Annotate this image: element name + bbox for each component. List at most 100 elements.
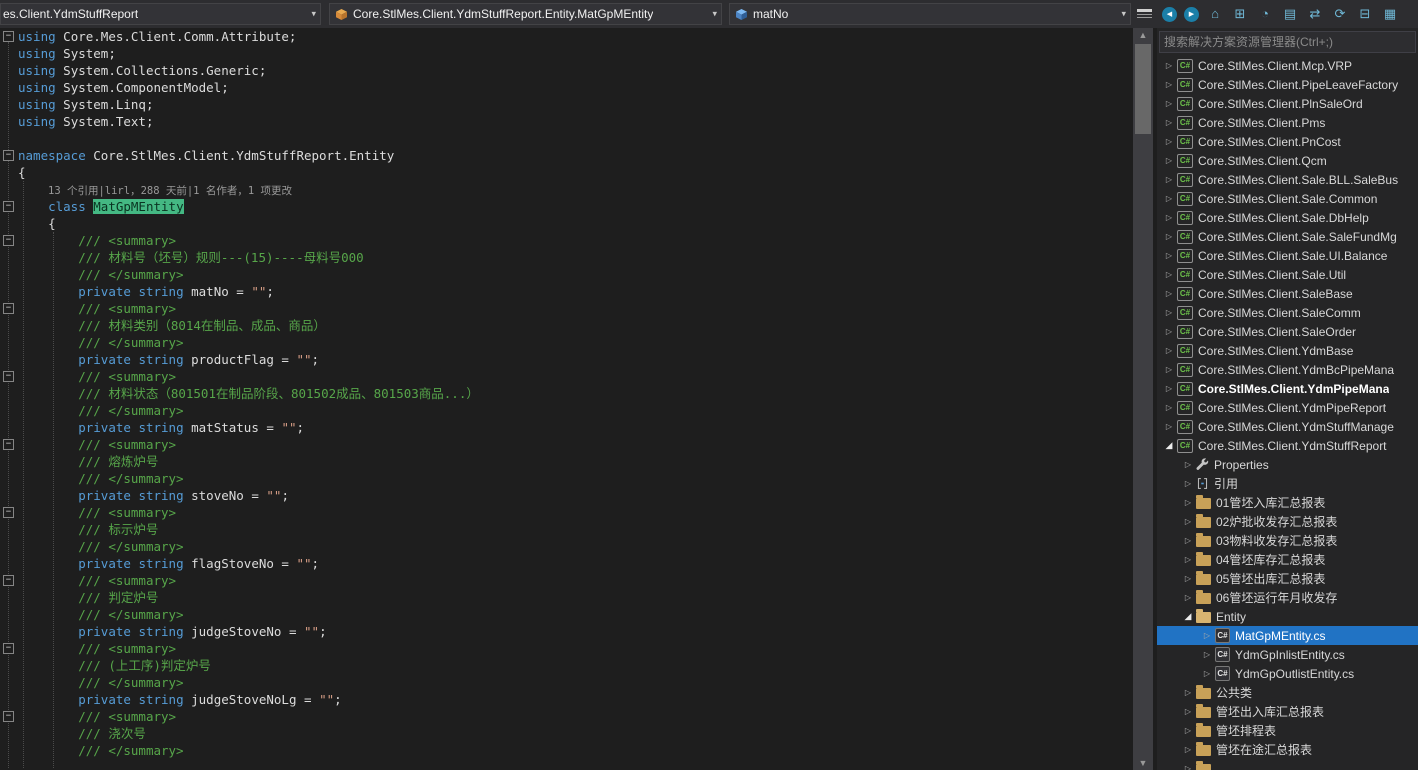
collapsed-arrow-icon[interactable]: ▷ (1161, 61, 1177, 70)
tree-item[interactable]: ▷Properties (1157, 455, 1418, 474)
collapsed-arrow-icon[interactable]: ▷ (1180, 764, 1196, 770)
back-icon[interactable]: ◀ (1162, 7, 1177, 22)
tree-item[interactable]: ▷C#Core.StlMes.Client.SaleBase (1157, 284, 1418, 303)
tree-item[interactable]: ▷管坯在途汇总报表 (1157, 740, 1418, 759)
collapsed-arrow-icon[interactable]: ▷ (1161, 232, 1177, 241)
collapsed-arrow-icon[interactable]: ▷ (1161, 365, 1177, 374)
collapsed-arrow-icon[interactable]: ▷ (1161, 118, 1177, 127)
tree-item[interactable]: ▷C#Core.StlMes.Client.Sale.UI.Balance (1157, 246, 1418, 265)
fold-collapse-icon[interactable]: − (3, 150, 14, 161)
tree-item[interactable]: ▷C#Core.StlMes.Client.Pms (1157, 113, 1418, 132)
fold-collapse-icon[interactable]: − (3, 439, 14, 450)
open-files-filter-icon[interactable]: ▤ (1281, 5, 1299, 23)
collapsed-arrow-icon[interactable]: ▷ (1161, 213, 1177, 222)
tree-item[interactable]: ▷C#Core.StlMes.Client.YdmPipeReport (1157, 398, 1418, 417)
collapsed-arrow-icon[interactable]: ▷ (1180, 498, 1196, 507)
collapsed-arrow-icon[interactable]: ▷ (1180, 688, 1196, 697)
tree-item[interactable]: ▷C#Core.StlMes.Client.SaleComm (1157, 303, 1418, 322)
code-editor[interactable]: −using Core.Mes.Client.Comm.Attribute;us… (0, 28, 1133, 770)
fold-collapse-icon[interactable]: − (3, 371, 14, 382)
collapsed-arrow-icon[interactable]: ▷ (1161, 308, 1177, 317)
collapsed-arrow-icon[interactable]: ▷ (1161, 289, 1177, 298)
collapsed-arrow-icon[interactable]: ▷ (1180, 707, 1196, 716)
collapsed-arrow-icon[interactable]: ▷ (1180, 460, 1196, 469)
solution-explorer-search-input[interactable] (1159, 31, 1416, 53)
expanded-arrow-icon[interactable]: ◢ (1161, 440, 1177, 451)
tree-item[interactable]: ▷引用 (1157, 474, 1418, 493)
collapsed-arrow-icon[interactable]: ▷ (1180, 479, 1196, 488)
fold-collapse-icon[interactable]: − (3, 235, 14, 246)
scroll-up-icon[interactable]: ▲ (1133, 28, 1153, 42)
collapsed-arrow-icon[interactable]: ▷ (1161, 403, 1177, 412)
editor-scrollbar[interactable]: ▲ ▼ (1133, 28, 1153, 770)
fold-collapse-icon[interactable]: − (3, 201, 14, 212)
tree-item[interactable]: ▷管坯排程表 (1157, 721, 1418, 740)
scroll-down-icon[interactable]: ▼ (1133, 756, 1153, 770)
tree-item[interactable]: ▷02炉批收发存汇总报表 (1157, 512, 1418, 531)
sync-with-active-document-icon[interactable]: ⇄ (1306, 5, 1324, 23)
tree-item[interactable]: ▷C#Core.StlMes.Client.YdmStuffManage (1157, 417, 1418, 436)
tree-item[interactable]: ▷C#YdmGpOutlistEntity.cs (1157, 664, 1418, 683)
split-editor-button[interactable] (1135, 6, 1153, 22)
tree-item[interactable]: ◢Entity (1157, 607, 1418, 626)
collapsed-arrow-icon[interactable]: ▷ (1180, 745, 1196, 754)
expanded-arrow-icon[interactable]: ◢ (1180, 611, 1196, 622)
fold-collapse-icon[interactable]: − (3, 507, 14, 518)
fold-collapse-icon[interactable]: − (3, 303, 14, 314)
collapse-all-icon[interactable]: ⊟ (1356, 5, 1374, 23)
navbar-project-dropdown[interactable]: es.Client.YdmStuffReport ▾ (0, 3, 321, 25)
refresh-icon[interactable]: ⟳ (1331, 5, 1349, 23)
fold-collapse-icon[interactable]: − (3, 31, 14, 42)
collapsed-arrow-icon[interactable]: ▷ (1199, 650, 1215, 659)
collapsed-arrow-icon[interactable]: ▷ (1161, 422, 1177, 431)
tree-item[interactable]: ▷公共类 (1157, 683, 1418, 702)
fold-collapse-icon[interactable]: − (3, 711, 14, 722)
tree-item[interactable]: ▷C#Core.StlMes.Client.Sale.BLL.SaleBus (1157, 170, 1418, 189)
tree-item[interactable]: ▷C#Core.StlMes.Client.PnCost (1157, 132, 1418, 151)
tree-item[interactable]: ▷C#Core.StlMes.Client.SaleOrder (1157, 322, 1418, 341)
fold-collapse-icon[interactable]: − (3, 575, 14, 586)
collapsed-arrow-icon[interactable]: ▷ (1161, 327, 1177, 336)
pending-changes-filter-icon[interactable]: ◔ (1256, 5, 1274, 23)
switch-views-icon[interactable]: ⊞ (1231, 5, 1249, 23)
tree-item[interactable]: ▷C#Core.StlMes.Client.Qcm (1157, 151, 1418, 170)
collapsed-arrow-icon[interactable]: ▷ (1161, 194, 1177, 203)
fold-collapse-icon[interactable]: − (3, 643, 14, 654)
collapsed-arrow-icon[interactable]: ▷ (1161, 80, 1177, 89)
collapsed-arrow-icon[interactable]: ▷ (1180, 555, 1196, 564)
tree-item[interactable]: ▷03物料收发存汇总报表 (1157, 531, 1418, 550)
tree-item[interactable]: ▷C#Core.StlMes.Client.Sale.Common (1157, 189, 1418, 208)
properties-window-icon[interactable]: ▦ (1381, 5, 1399, 23)
collapsed-arrow-icon[interactable]: ▷ (1161, 99, 1177, 108)
navbar-member-dropdown[interactable]: matNo ▾ (729, 3, 1131, 25)
collapsed-arrow-icon[interactable]: ▷ (1180, 726, 1196, 735)
tree-item[interactable]: ▷C#Core.StlMes.Client.YdmPipeMana (1157, 379, 1418, 398)
tree-item[interactable]: ▷管坯出入库汇总报表 (1157, 702, 1418, 721)
tree-item[interactable]: ▷C#Core.StlMes.Client.Sale.Util (1157, 265, 1418, 284)
collapsed-arrow-icon[interactable]: ▷ (1180, 593, 1196, 602)
forward-icon[interactable]: ▶ (1184, 7, 1199, 22)
tree-item[interactable]: ▷C#Core.StlMes.Client.PipeLeaveFactory (1157, 75, 1418, 94)
collapsed-arrow-icon[interactable]: ▷ (1161, 175, 1177, 184)
tree-item[interactable]: ▷04管坯库存汇总报表 (1157, 550, 1418, 569)
tree-item[interactable]: ▷C#Core.StlMes.Client.PlnSaleOrd (1157, 94, 1418, 113)
collapsed-arrow-icon[interactable]: ▷ (1161, 137, 1177, 146)
tree-item[interactable]: ▷C#Core.StlMes.Client.Sale.DbHelp (1157, 208, 1418, 227)
collapsed-arrow-icon[interactable]: ▷ (1180, 536, 1196, 545)
collapsed-arrow-icon[interactable]: ▷ (1199, 631, 1215, 640)
tree-item[interactable]: ▷C#Core.StlMes.Client.Mcp.VRP (1157, 56, 1418, 75)
home-icon[interactable]: ⌂ (1206, 5, 1224, 23)
tree-item[interactable]: ▷C#MatGpMEntity.cs (1157, 626, 1418, 645)
tree-item[interactable]: ▷C#Core.StlMes.Client.YdmBcPipeMana (1157, 360, 1418, 379)
collapsed-arrow-icon[interactable]: ▷ (1161, 251, 1177, 260)
tree-item[interactable]: ▷06管坯运行年月收发存 (1157, 588, 1418, 607)
collapsed-arrow-icon[interactable]: ▷ (1161, 270, 1177, 279)
tree-item[interactable]: ◢C#Core.StlMes.Client.YdmStuffReport (1157, 436, 1418, 455)
tree-item[interactable]: ▷05管坯出库汇总报表 (1157, 569, 1418, 588)
codelens-references-info[interactable]: 13 个引用|lirl，288 天前|1 名作者，1 项更改 (48, 185, 292, 197)
tree-item[interactable]: ▷C#Core.StlMes.Client.Sale.SaleFundMg (1157, 227, 1418, 246)
tree-item[interactable]: ▷01管坯入库汇总报表 (1157, 493, 1418, 512)
collapsed-arrow-icon[interactable]: ▷ (1161, 384, 1177, 393)
collapsed-arrow-icon[interactable]: ▷ (1161, 156, 1177, 165)
tree-item[interactable]: ▷ (1157, 759, 1418, 770)
